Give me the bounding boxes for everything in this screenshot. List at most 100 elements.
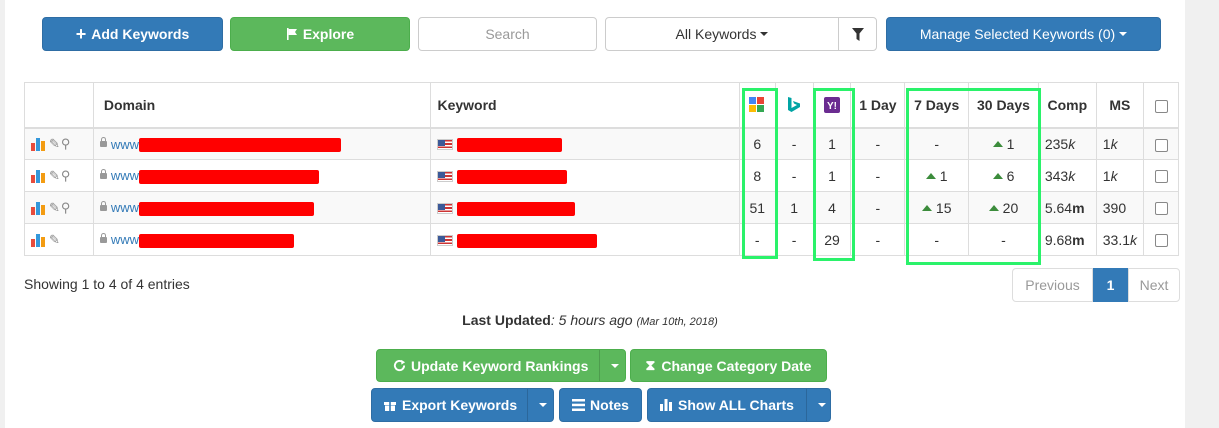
day7-header[interactable]: 7 Days — [904, 82, 970, 129]
explore-button[interactable]: Explore — [230, 17, 410, 51]
domain-link[interactable]: www — [111, 137, 139, 152]
row-checkbox[interactable] — [1154, 138, 1168, 152]
notes-button[interactable]: Notes — [559, 388, 642, 422]
day1-change: - — [850, 127, 906, 160]
magnify-icon[interactable]: ⚲ — [61, 136, 71, 152]
google-header[interactable] — [738, 82, 776, 129]
page-1-button[interactable]: 1 — [1093, 268, 1128, 302]
comp-cell: 235k — [1037, 127, 1097, 160]
add-keywords-label: Add Keywords — [91, 26, 190, 42]
manage-selected-label: Manage Selected Keywords (0) — [919, 26, 1116, 42]
bing-rank: - — [774, 223, 814, 256]
add-note-icon[interactable]: ✎ — [49, 200, 60, 216]
filter-button[interactable] — [838, 17, 877, 51]
row-tools: ✎⚲ — [24, 191, 94, 224]
button-split — [806, 389, 807, 421]
day30-header[interactable]: 30 Days — [968, 82, 1039, 129]
magnify-icon[interactable]: ⚲ — [61, 168, 71, 184]
row-tools: ✎⚲ — [24, 127, 94, 160]
keyword-header[interactable]: Keyword — [430, 82, 740, 129]
day1-change: - — [850, 223, 906, 256]
bar-chart-icon[interactable] — [31, 233, 47, 248]
comp-unit: k — [1068, 135, 1076, 152]
lock-icon — [99, 232, 107, 243]
row-select — [1143, 191, 1179, 224]
row-checkbox[interactable] — [1154, 170, 1168, 184]
bar-chart-icon[interactable] — [31, 169, 47, 184]
update-rankings-button[interactable]: Update Keyword Rankings — [376, 349, 626, 382]
list-icon — [572, 399, 586, 411]
yahoo-header[interactable]: Y! — [812, 82, 852, 129]
update-rankings-label: Update Keyword Rankings — [411, 357, 589, 374]
day7-value: 1 — [939, 167, 948, 184]
us-flag-icon — [437, 139, 454, 151]
domain-cell: www — [92, 159, 432, 192]
domain-link[interactable]: www — [111, 168, 139, 183]
bing-header[interactable] — [774, 82, 814, 129]
day30-change: 6 — [968, 159, 1039, 192]
add-note-icon[interactable]: ✎ — [49, 136, 60, 152]
previous-page-button[interactable]: Previous — [1012, 268, 1093, 302]
change-category-date-label: Change Category Date — [661, 357, 812, 374]
caret-down-icon[interactable] — [539, 403, 547, 407]
comp-unit: k — [1068, 167, 1076, 184]
us-flag-icon — [437, 203, 454, 215]
redaction-bar — [139, 137, 341, 152]
export-keywords-button[interactable]: Export Keywords — [371, 388, 554, 422]
day7-value: 15 — [935, 199, 952, 216]
manage-selected-button[interactable]: Manage Selected Keywords (0) — [886, 17, 1161, 51]
ms-value: 33.1 — [1102, 231, 1131, 248]
add-note-icon[interactable]: ✎ — [49, 232, 60, 248]
table-row: ✎⚲ www 8 - 1 - 1 6 343k 1k — [24, 159, 1179, 192]
ms-header[interactable]: MS — [1095, 82, 1145, 129]
row-select — [1143, 159, 1179, 192]
add-note-icon[interactable]: ✎ — [49, 168, 60, 184]
domain-cell: www — [92, 223, 432, 256]
google-rank: 51 — [738, 191, 776, 224]
next-page-button[interactable]: Next — [1128, 268, 1180, 302]
add-keywords-button[interactable]: + Add Keywords — [42, 17, 223, 51]
domain-link[interactable]: www — [111, 200, 139, 215]
bar-chart-icon[interactable] — [31, 201, 47, 216]
domain-header[interactable]: Domain — [92, 82, 432, 129]
show-all-charts-button[interactable]: Show ALL Charts — [647, 388, 831, 422]
keyword-filter-select[interactable]: All Keywords — [605, 17, 839, 51]
comp-value: 235 — [1044, 135, 1069, 152]
notes-label: Notes — [590, 397, 629, 413]
row-checkbox[interactable] — [1154, 202, 1168, 216]
yahoo-rank: 4 — [812, 191, 852, 224]
day30-value: 1 — [1006, 135, 1015, 152]
keyword-cell — [430, 159, 740, 192]
filter-icon — [851, 27, 864, 41]
show-all-charts-label: Show ALL Charts — [678, 397, 794, 413]
redaction-bar — [139, 233, 294, 248]
caret-down-icon — [1119, 32, 1128, 36]
day30-change: - — [968, 223, 1039, 256]
redaction-bar — [139, 201, 314, 216]
select-all-checkbox[interactable] — [1154, 99, 1168, 113]
comp-cell: 343k — [1037, 159, 1097, 192]
arrow-up-icon — [992, 172, 1003, 179]
ms-cell: 1k — [1095, 127, 1145, 160]
table-row: ✎⚲ www 6 - 1 - - 1 235k 1k — [24, 127, 1179, 160]
magnify-icon[interactable]: ⚲ — [61, 200, 71, 216]
redaction-bar — [457, 233, 598, 248]
caret-down-icon — [760, 32, 769, 36]
day1-header[interactable]: 1 Day — [850, 82, 906, 129]
tools-header — [24, 82, 94, 129]
caret-down-icon[interactable] — [818, 403, 826, 407]
caret-down-icon[interactable] — [611, 363, 619, 368]
change-category-date-button[interactable]: ⧗ Change Category Date — [630, 349, 827, 382]
bing-rank: - — [774, 159, 814, 192]
comp-cell: 5.64m — [1037, 191, 1097, 224]
table-row: ✎⚲ www 51 1 4 - 15 20 5.64m 390 — [24, 191, 1179, 224]
row-checkbox[interactable] — [1154, 234, 1168, 248]
bar-chart-icon[interactable] — [31, 137, 47, 152]
keyword-cell — [430, 127, 740, 160]
comp-header[interactable]: Comp — [1037, 82, 1097, 129]
day7-change: - — [904, 127, 970, 160]
bing-rank: - — [774, 127, 814, 160]
search-input[interactable] — [418, 17, 597, 51]
svg-text:Y!: Y! — [827, 101, 837, 112]
domain-link[interactable]: www — [111, 232, 139, 247]
